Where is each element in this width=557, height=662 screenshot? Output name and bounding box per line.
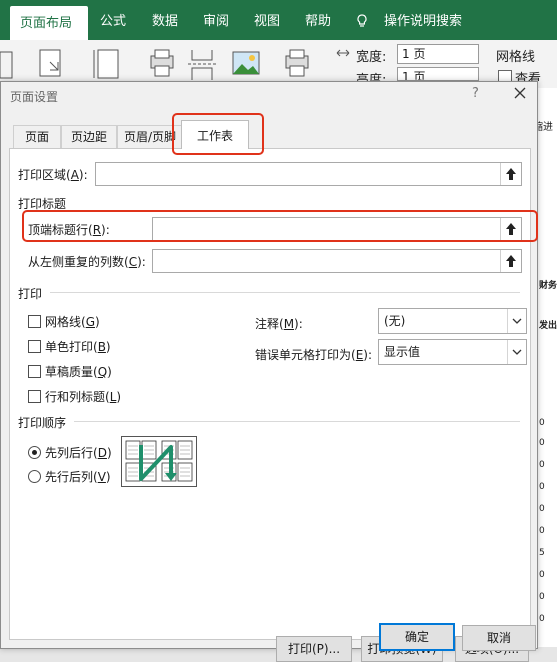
size-icon[interactable]	[92, 48, 126, 82]
collapse-arrow-icon	[506, 255, 516, 267]
close-icon[interactable]	[512, 85, 528, 101]
ribbon-tab-review[interactable]: 审阅	[203, 0, 229, 40]
print-titles-icon[interactable]	[280, 48, 314, 82]
ribbon-tab-help[interactable]: 帮助	[305, 0, 331, 40]
height-select[interactable]: 1 页	[397, 67, 479, 81]
tab-margins[interactable]: 页边距	[61, 125, 117, 148]
ribbon-tab-bar: 页面布局 公式 数据 审阅 视图 帮助 操作说明搜索	[0, 0, 557, 40]
cancel-button[interactable]: 取消	[462, 625, 536, 651]
sheet-cell: 0	[539, 592, 545, 602]
dialog-title: 页面设置	[10, 90, 59, 104]
comments-dropdown-button[interactable]	[507, 309, 526, 333]
print-button[interactable]: 打印(P)...	[276, 636, 352, 662]
columns-to-repeat-input[interactable]	[152, 249, 522, 273]
black-and-white-label: 单色打印(B)	[45, 340, 111, 354]
columns-to-repeat-label: 从左侧重复的列数(C):	[28, 255, 146, 269]
rows-to-repeat-label: 顶端标题行(R):	[28, 223, 110, 237]
sheet-cell: 0	[539, 570, 545, 580]
down-then-over-radio[interactable]	[28, 446, 41, 459]
draft-quality-label: 草稿质量(Q)	[45, 365, 112, 379]
rows-collapse-button[interactable]	[500, 218, 521, 240]
sheet-cell: 0	[539, 482, 545, 492]
lightbulb-icon	[357, 14, 367, 27]
row-col-headings-label: 行和列标题(L)	[45, 390, 122, 404]
ribbon-tab-data[interactable]: 数据	[152, 0, 178, 40]
margins-icon[interactable]	[0, 48, 14, 82]
ribbon-tab-formulas[interactable]: 公式	[100, 0, 126, 40]
rows-to-repeat-input[interactable]	[152, 217, 522, 241]
page-order-heading: 打印顺序	[18, 416, 67, 430]
help-button[interactable]: ?	[472, 86, 479, 101]
sheet-cell: 财务	[539, 281, 557, 291]
draft-quality-checkbox[interactable]	[28, 365, 41, 378]
ribbon-search[interactable]: 操作说明搜索	[384, 0, 462, 40]
black-and-white-checkbox[interactable]	[28, 340, 41, 353]
page-setup-dialog: 页面设置 ? 页面 页边距 页眉/页脚 工作表 打印区域(A): 打印标题 顶端…	[0, 81, 538, 662]
collapse-arrow-icon	[506, 168, 516, 180]
gridlines-label: 网格线(G)	[45, 315, 100, 329]
tab-header-footer[interactable]: 页眉/页脚	[117, 125, 183, 148]
ribbon-tab-view[interactable]: 视图	[254, 0, 280, 40]
divider	[50, 292, 520, 293]
dialog-tabs: 页面 页边距 页眉/页脚 工作表	[1, 120, 537, 149]
page-order-preview-icon	[121, 436, 197, 487]
sheet-cell: 0	[539, 504, 545, 514]
breaks-icon[interactable]	[186, 48, 220, 82]
print-area-icon[interactable]	[145, 48, 179, 82]
gridlines-checkbox[interactable]	[28, 315, 41, 328]
sheet-cell: 0	[539, 438, 545, 448]
cell-errors-select[interactable]: 显示值	[378, 339, 527, 365]
chevron-down-icon	[512, 349, 522, 355]
gridlines-group-label: 网格线	[496, 50, 536, 65]
over-then-down-radio[interactable]	[28, 470, 41, 483]
view-gridlines-label: 查看	[515, 72, 542, 81]
background-icon[interactable]	[230, 48, 264, 82]
divider	[74, 421, 520, 422]
tab-page[interactable]: 页面	[13, 125, 61, 148]
over-then-down-label: 先行后列(V)	[45, 470, 111, 484]
collapse-arrow-icon	[506, 223, 516, 235]
cell-errors-dropdown-button[interactable]	[507, 340, 526, 364]
sheet-cell: 发出	[539, 321, 557, 331]
sheet-cell: 5	[539, 548, 545, 558]
sheet-cell: 0	[539, 526, 545, 536]
cell-errors-label: 错误单元格打印为(E):	[255, 348, 373, 362]
width-icon	[336, 49, 350, 57]
print-titles-heading: 打印标题	[18, 197, 67, 211]
sheet-tab-pane: 打印区域(A): 打印标题 顶端标题行(R): 从左侧重复的列数(C): 打印 …	[9, 148, 531, 662]
comments-select[interactable]: (无)	[378, 308, 527, 334]
print-area-label: 打印区域(A):	[18, 168, 88, 182]
comments-value: (无)	[384, 314, 406, 328]
sheet-cell: 0	[539, 614, 545, 624]
ribbon-tab-page-layout[interactable]: 页面布局	[10, 6, 88, 40]
width-select[interactable]: 1 页	[397, 44, 479, 64]
print-area-input[interactable]	[95, 162, 522, 186]
print-area-collapse-button[interactable]	[500, 163, 521, 185]
comments-label: 注释(M):	[255, 317, 303, 331]
orientation-icon[interactable]	[36, 48, 70, 82]
width-label: 宽度:	[356, 50, 387, 65]
sheet-cell: 0	[539, 418, 545, 428]
height-label: 高度:	[356, 73, 387, 81]
row-col-headings-checkbox[interactable]	[28, 390, 41, 403]
worksheet-edge[interactable]: 缩进 财务 发出 0 0 0 0 0 0 5 0 0 0	[533, 88, 557, 647]
print-heading: 打印	[18, 287, 43, 301]
columns-collapse-button[interactable]	[500, 250, 521, 272]
cell-errors-value: 显示值	[384, 345, 421, 359]
chevron-down-icon	[512, 318, 522, 324]
sheet-cell: 0	[539, 460, 545, 470]
tab-sheet[interactable]: 工作表	[181, 120, 249, 149]
down-then-over-label: 先列后行(D)	[45, 446, 112, 460]
